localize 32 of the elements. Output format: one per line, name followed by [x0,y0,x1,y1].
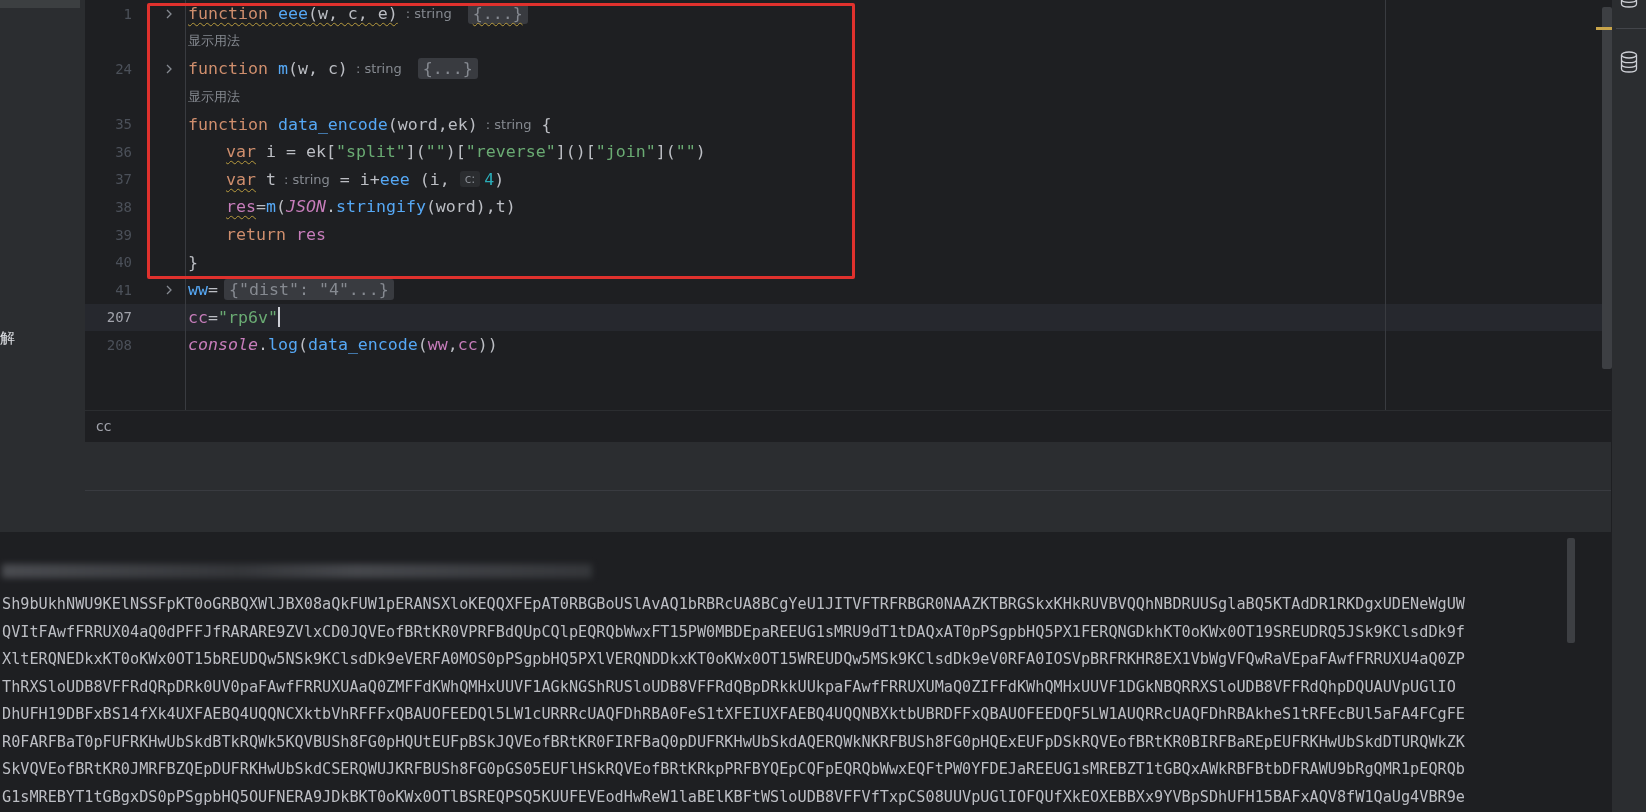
usages-link[interactable]: 显示用法 [188,87,240,106]
code-line: res=m(JSON.stringify(word),t) [226,197,516,217]
output-line: ThRXSloUDB8VFFRdQRpDRk0UV0paFAwfFRRUXUAaQ0ZMFFdKWhQMHxUUVF1AGkNGShRUSloUDB8VFFRdQBpDRkkUUkpaFAwfFRRUXUMaQ0ZIFFdKWhQMHxUUVF1DGkNBQRRXSloUDB8VFFRdQhpDQUAUVpUGlIO [1,676,1457,698]
line-number: 207 [105,309,132,326]
output-line: Sh9bUkhNWU9KElNSSFpKT0oGRBQXWlJBX08aQkFUW1pERANSXloKEQQXFEpAT0RBGBoUSlAvAQ1bRBRcUA8BCgYeU1JITVFTRFRBGR0NAAZKTBRGSkxKHkRUVBVQQhNBDRUUSglaBQ5KTAdDR1RKDgxUDENeWgUW [1,594,1466,615]
output-line: G1sMREBYT1tGBgxDS0pPSgpbHQ5OUFNERA9JDkBKT0oKWx0OTlBSREQPSQ5KUUFEVEodHwReW1laBElKBFtWSloUDB8VFFVfTxpCS08UUVpUGlIOFQUfXkEOXEBBXx9YVBpSDhUFH15BAFxAQV8fW1QaUg4VBR9e [1,786,1466,808]
code-line: ww= {"dist": "4"...} [188,279,394,301]
output-line: R0FARFBaT0pFUFRKHwUbSkdBTkRQWk5KQVBUSh8FG0pHQUtEUFpBSkJQVEofBRtKR0FIRFBaQ0pDUFRKHwUbSkdAQERQWkNKRFBUSh8FG0pHQExEUFpDSkRQVEofBRtKR0BIRFBaREpEUFRKHwUbSkdDTURQWkZK [1,731,1466,753]
code-line: console.log(data_encode(ww,cc)) [188,335,498,355]
breadcrumb[interactable]: cc [96,418,112,434]
code-line: function eee(w, c, e) : string {...} [188,3,528,25]
text-cursor [277,307,280,328]
database-icon[interactable] [1620,51,1638,73]
code-line: cc="rp6v" [188,307,278,327]
output-line: DhUFH19DBFxBS14fXk4UXFAEBQ4UQQNCXktbVhRFFFxQBAUOFEEDQl5LW1cURRRcUAQFDhRBA0FeS1tXFEIUXFAEBQ4UQQNBXktbUBRDFFxQBAUOFEEDQF5LW1AUQRRcUAQFDhRBAkheS1tRFEcBUl5aFA4FCgFE [1,704,1466,725]
chevron-right-icon[interactable] [165,63,173,75]
scrollbar[interactable] [1567,538,1575,643]
chevron-right-icon[interactable] [165,283,173,296]
output-line: QVItFAwfFRRUX04aQ0dPFFJfRARARE9ZVlxCD0JQVEofBRtKR0VPRFBdQUpCQlpEQRQbWwxFT15PW0MBDEpaREEUG1sMRU9dT1tDAQxAT0pPSgpbHQ5PX1FERQNGDkhKT0oKWx0OT19SREUDRQ5JSk9KClsdDk9f [1,621,1466,643]
panel-text: 解 [0,329,15,348]
usages-link[interactable]: 显示用法 [188,32,240,51]
output-line: XltERQNEDkxKT0oKWx0OT15bREUDQw5NSk9KClsdDk9eVERFA0MOS0pPSgpbHQ5PXlVERQNDDkxKT0oKWx0OT15WREUDQw5MSk9KClsdDk9eV0RFA0IOSVpBRFRKHR8EX1VbWgVFQwRaVEpaFAwfFRRUXU4aQ0ZP [1,649,1466,670]
chevron-right-icon[interactable] [165,7,173,20]
scrollbar[interactable] [1602,7,1612,369]
code-line: } [188,252,198,272]
warning-marker[interactable] [1596,27,1612,30]
code-line: var i = ek["split"]("")["reverse"]()["join"]("") [226,142,706,162]
output-line: SkVQVEofBRtKR0JMRFBZQEpDUFRKHwUbSkdCSERQWUJKRFBUSh8FG0pGS05EUFlHSkRQVEofBRtKRkpPRFBYQEpCQFpEQRQbWwxEQFtPW0YFDEJaREEUG1sMREBZT1tGBQxAWkRBFBtbDFRAWU9bRgQMR1pEQRQb [1,759,1466,780]
code-line: function m(w, c) : string {...} [188,58,478,80]
code-line: return res [226,225,326,245]
code-line: var t : string = i+eee (i, c: 4) [226,169,505,189]
code-line: function data_encode(word,ek) : string { [188,114,552,134]
